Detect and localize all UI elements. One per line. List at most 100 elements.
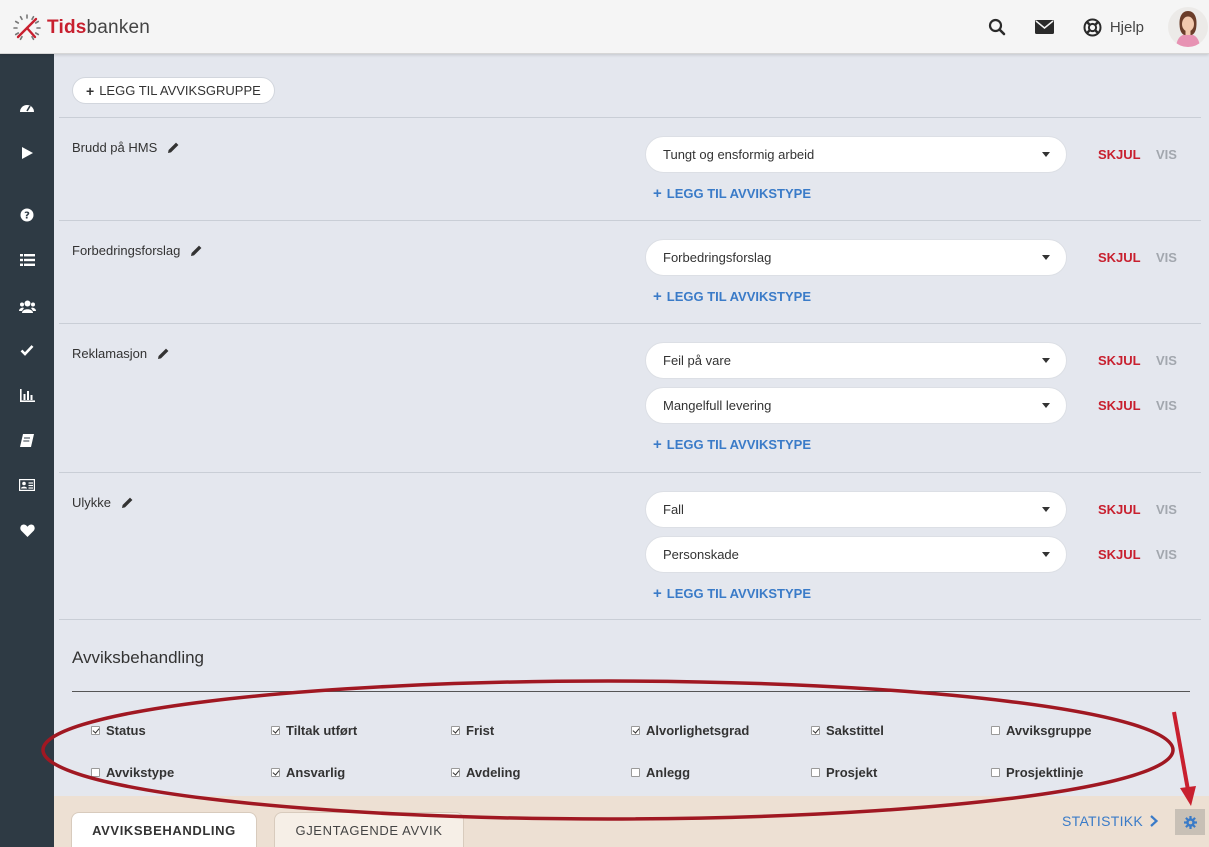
svg-text:?: ? [24,211,30,222]
plus-icon: + [653,585,662,602]
hide-button[interactable]: SKJUL [1098,502,1141,517]
field-checkbox-frist[interactable]: Frist [451,723,494,738]
plus-icon: + [86,82,95,99]
field-checkbox-alvorlighetsgrad[interactable]: Alvorlighetsgrad [631,723,749,738]
field-checkbox-avviksgruppe[interactable]: Avviksgruppe [991,723,1092,738]
field-checkbox-avvikstype[interactable]: Avvikstype [91,765,174,780]
checkbox-box[interactable] [991,726,1000,735]
type-select[interactable]: Tungt og ensformig arbeid [645,136,1067,173]
search-icon[interactable] [987,17,1007,37]
plus-icon: + [653,288,662,305]
avatar[interactable] [1168,7,1208,47]
deviation-group-forbedring: Forbedringsforslag Forbedringsforslag SK… [59,220,1201,323]
dashboard-icon[interactable] [18,99,36,117]
statistics-link[interactable]: STATISTIKK [1062,813,1159,829]
checkbox-box[interactable] [631,768,640,777]
section-title: Avviksbehandling [72,648,204,667]
book-icon[interactable] [18,431,36,449]
logo-clock-icon [12,13,42,43]
caret-down-icon [1042,403,1050,408]
caret-down-icon [1042,255,1050,260]
show-button[interactable]: VIS [1156,502,1177,517]
check-icon[interactable] [18,341,36,359]
tab-gjentagende-avvik[interactable]: GJENTAGENDE AVVIK [274,812,464,847]
checkbox-box[interactable] [811,768,820,777]
hide-button[interactable]: SKJUL [1098,147,1141,162]
checkbox-box[interactable] [271,726,280,735]
question-icon[interactable]: ? [18,206,36,224]
hide-button[interactable]: SKJUL [1098,547,1141,562]
checkbox-box[interactable] [811,726,820,735]
logo-text: Tidsbanken [47,17,151,38]
hide-button[interactable]: SKJUL [1098,353,1141,368]
users-icon[interactable] [18,297,36,315]
field-checkbox-tiltak[interactable]: Tiltak utført [271,723,357,738]
caret-down-icon [1042,358,1050,363]
play-icon[interactable] [18,144,36,162]
deviation-group-reklamasjon: Reklamasjon Feil på vare SKJUL VIS Mange… [59,323,1201,472]
plus-icon: + [653,185,662,202]
caret-down-icon [1042,507,1050,512]
add-type-button[interactable]: + LEGG TIL AVVIKSTYPE [653,288,811,305]
type-select[interactable]: Feil på vare [645,342,1067,379]
group-name: Brudd på HMS [72,140,180,155]
show-button[interactable]: VIS [1156,147,1177,162]
lifebuoy-icon [1083,18,1102,36]
bar-chart-icon[interactable] [18,386,36,404]
help-button[interactable]: Hjelp [1083,18,1144,37]
logo[interactable]: Tidsbanken [12,13,150,43]
type-select[interactable]: Fall [645,491,1067,528]
show-button[interactable]: VIS [1156,353,1177,368]
checkbox-box[interactable] [631,726,640,735]
type-select[interactable]: Personskade [645,536,1067,573]
show-button[interactable]: VIS [1156,250,1177,265]
sidebar: ? [0,54,54,847]
type-select[interactable]: Mangelfull levering [645,387,1067,424]
deviation-group-ulykke: Ulykke Fall SKJUL VIS Personskade SKJUL … [59,472,1201,620]
field-checkbox-status[interactable]: Status [91,723,146,738]
field-checkbox-prosjekt[interactable]: Prosjekt [811,765,877,780]
pencil-icon[interactable] [190,244,203,257]
field-checkbox-ansvarlig[interactable]: Ansvarlig [271,765,345,780]
field-checkbox-anlegg[interactable]: Anlegg [631,765,690,780]
mail-icon[interactable] [1035,17,1055,37]
field-checkbox-avdeling[interactable]: Avdeling [451,765,520,780]
id-card-icon[interactable] [18,476,36,494]
checkbox-box[interactable] [271,768,280,777]
list-icon[interactable] [18,251,36,269]
add-group-label: LEGG TIL AVVIKSGRUPPE [99,83,261,98]
add-type-button[interactable]: + LEGG TIL AVVIKSTYPE [653,585,811,602]
group-name: Forbedringsforslag [72,243,203,258]
hide-button[interactable]: SKJUL [1098,398,1141,413]
group-name: Ulykke [72,495,134,510]
tab-avviksbehandling[interactable]: AVVIKSBEHANDLING [71,812,257,847]
main-content: + LEGG TIL AVVIKSGRUPPE Brudd på HMS Tun… [59,58,1201,796]
field-checkbox-prosjektlinje[interactable]: Prosjektlinje [991,765,1083,780]
type-select[interactable]: Forbedringsforslag [645,239,1067,276]
show-button[interactable]: VIS [1156,398,1177,413]
settings-button[interactable] [1175,809,1205,835]
show-button[interactable]: VIS [1156,547,1177,562]
checkbox-box[interactable] [451,768,460,777]
checkbox-box[interactable] [91,768,100,777]
help-label: Hjelp [1109,18,1144,36]
add-group-button[interactable]: + LEGG TIL AVVIKSGRUPPE [72,77,275,104]
caret-down-icon [1042,152,1050,157]
checkbox-box[interactable] [991,768,1000,777]
pencil-icon[interactable] [121,496,134,509]
checkbox-box[interactable] [91,726,100,735]
add-type-button[interactable]: + LEGG TIL AVVIKSTYPE [653,436,811,453]
top-bar: Tidsbanken Hjelp [0,0,1209,54]
checkbox-box[interactable] [451,726,460,735]
pencil-icon[interactable] [167,141,180,154]
field-checkbox-sakstittel[interactable]: Sakstittel [811,723,884,738]
heart-icon[interactable] [18,521,36,539]
plus-icon: + [653,436,662,453]
section-divider [72,691,1190,692]
deviation-group-brudd: Brudd på HMS Tungt og ensformig arbeid S… [59,117,1201,220]
pencil-icon[interactable] [157,347,170,360]
hide-button[interactable]: SKJUL [1098,250,1141,265]
chevron-right-icon [1150,815,1159,827]
bottom-tab-bar: AVVIKSBEHANDLING GJENTAGENDE AVVIK STATI… [54,796,1209,847]
add-type-button[interactable]: + LEGG TIL AVVIKSTYPE [653,185,811,202]
